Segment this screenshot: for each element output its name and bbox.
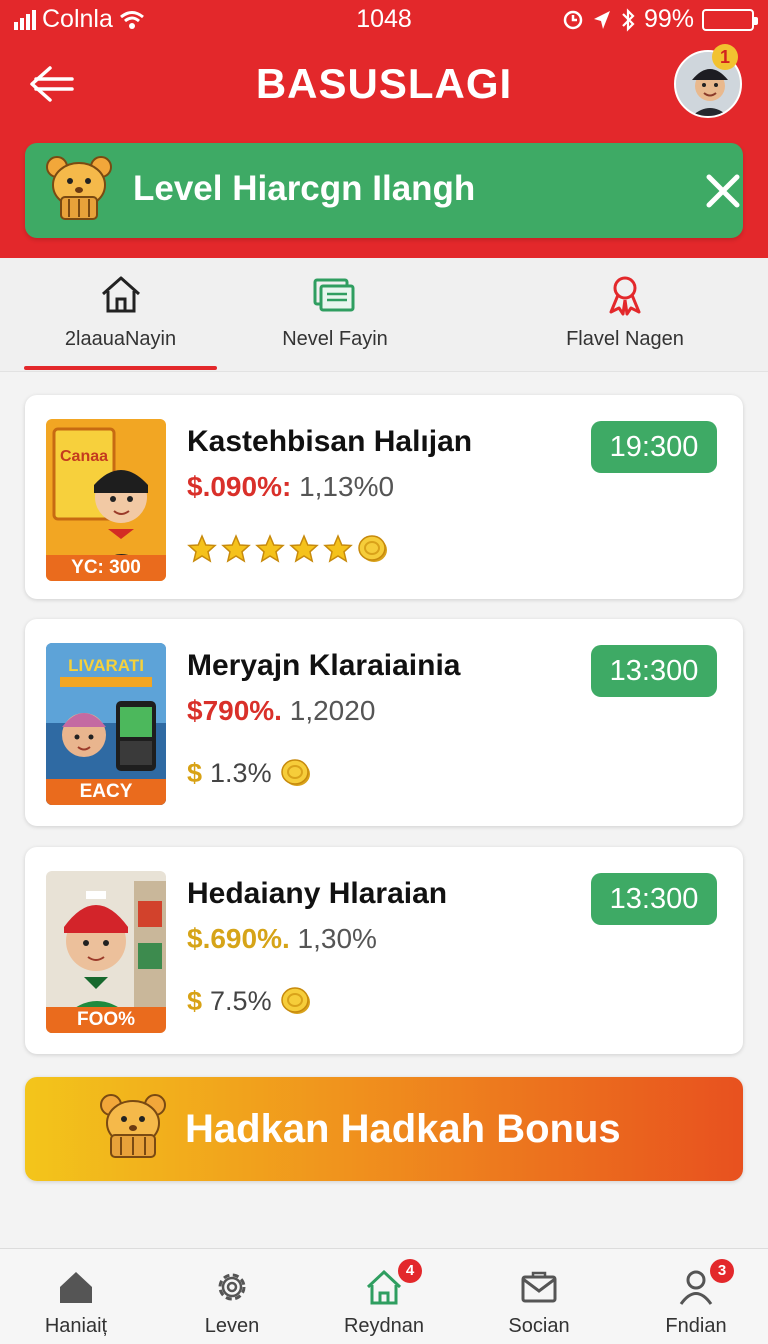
tab-level-label: Nevel Fayin [282,328,388,350]
status-bar: Colnla 1048 99% [0,0,768,38]
thumbnail-text: LIVARATI [68,656,144,675]
nav-item-profile[interactable]: 3 Fndian [636,1249,756,1344]
card-rate-value: 7.5% [210,985,272,1016]
card-thumbnail: FOO% [46,871,166,1033]
page-title: BASUSLAGI [255,60,513,107]
nav-item-label: Haniaiț [44,1315,108,1337]
star-icon [221,534,251,563]
card-title: Hedaiany Hlaraian [187,877,448,910]
card-rate-value: 1.3% [210,757,272,788]
battery-icon [702,8,758,31]
star-icon [289,534,319,563]
card-count: 1,13%0 [299,471,395,502]
card-price: $.690%. 1,30% [187,923,377,955]
card-tag: YC: 300 [46,555,166,581]
card-count: 1,30% [297,923,377,954]
bluetooth-icon [622,7,635,32]
star-icon [187,534,217,563]
card-percent: $790%. [187,695,282,726]
hamster-mascot-icon [46,156,112,220]
bonus-banner-text: Hadkan Hadkah Bonus [185,1107,621,1151]
coin-icon [280,987,310,1014]
avatar-notification-badge: 1 [712,44,738,70]
level-banner-text: Level Hiarcgn Ilangh [133,169,476,208]
nav-item-label: Fndian [665,1315,727,1337]
active-tab-indicator [24,366,217,370]
gear-icon [218,1273,246,1301]
card-thumbnail: LIVARATI EACY [46,643,166,805]
nav-item-social[interactable]: Socian [479,1249,599,1344]
app-header: Colnla 1048 99% BASUSLAGI 1 Level Hiarcg… [0,0,768,258]
mail-icon [521,1271,557,1303]
dollar-icon: $ [187,985,203,1016]
nav-item-label: Reydnan [343,1315,425,1337]
location-icon [593,10,610,29]
battery-percent: 99% [643,5,694,33]
hamster-mascot-icon [100,1094,166,1158]
close-icon[interactable] [701,169,745,213]
bonus-banner[interactable]: Hadkan Hadkah Bonus [25,1077,743,1181]
bottom-navigation: Haniaiț Leven 4 Reydnan Socian 3 Fndian [0,1248,768,1344]
card-percent: $.090%: [187,471,292,502]
stacked-cards-icon [313,278,355,312]
card-tag: FOO% [46,1007,166,1033]
card-price: $.090%: 1,13%0 [187,471,394,503]
card-price: $790%. 1,2020 [187,695,375,727]
level-banner[interactable]: Level Hiarcgn Ilangh [25,143,743,238]
tab-flavel-label: Flavel Nagen [566,328,684,350]
coin-icon [358,535,387,562]
star-icon [323,534,353,563]
offer-card[interactable]: FOO% Hedaiany Hlaraian $.690%. 1,30% 13:… [25,847,743,1054]
card-action-button[interactable]: 19:300 [591,421,717,473]
status-right: 99% [562,5,758,34]
nav-item-label: Leven [204,1315,260,1337]
ribbon-badge-icon [609,276,641,316]
nav-item-settings[interactable]: Leven [172,1249,292,1344]
star-icon [255,534,285,563]
card-title: Kastehbisan Halıjan [187,425,473,458]
nav-item-home[interactable]: Haniaiț [16,1249,136,1344]
alarm-icon [563,10,583,29]
card-count: 1,2020 [289,695,376,726]
nav-notification-badge: 3 [710,1259,734,1283]
card-rate: $ 7.5% [187,985,312,1017]
card-action-button[interactable]: 13:300 [591,873,717,925]
thumbnail-text: Canaa [60,448,108,465]
tab-home[interactable]: 2laauaNayin [24,258,217,372]
star-rating [187,533,389,565]
nav-item-reydnan[interactable]: 4 Reydnan [324,1249,444,1344]
offer-card[interactable]: Canaa YC: 300 Kastehbisan Halıjan $.090%… [25,395,743,599]
tab-level[interactable]: Nevel Fayin [240,258,430,372]
card-title: Meryajn Klaraiainia [187,649,461,682]
coin-icon [280,759,310,786]
nav-notification-badge: 4 [398,1259,422,1283]
offer-card[interactable]: LIVARATI EACY Meryajn Klaraiainia $790%.… [25,619,743,826]
card-tag: EACY [46,779,166,805]
tab-flavel[interactable]: Flavel Nagen [530,258,720,372]
home-icon [101,276,140,313]
dollar-icon: $ [187,757,203,788]
tab-home-label: 2laauaNayin [64,328,177,350]
card-rate: $ 1.3% [187,757,312,789]
home-icon [60,1272,92,1303]
card-percent: $.690%. [187,923,290,954]
nav-item-label: Socian [508,1315,570,1337]
card-action-button[interactable]: 13:300 [591,645,717,697]
card-thumbnail: Canaa YC: 300 [46,419,166,581]
tab-bar: 2laauaNayin Nevel Fayin Flavel Nagen [0,258,768,372]
